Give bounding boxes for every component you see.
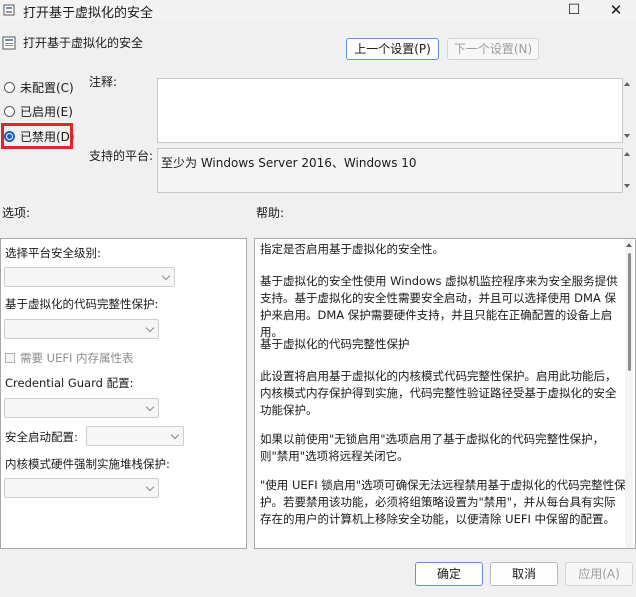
cancel-button[interactable]: 取消 [490,562,558,586]
chevron-down-icon [145,402,155,412]
help-paragraph: 此设置将启用基于虚拟化的内核模式代码完整性保护。启用此功能后，内核模式内存保护得… [260,369,617,417]
kernel-stack-label: 内核模式硬件强制实施堆栈保护: [5,457,170,471]
credential-guard-select[interactable] [4,398,159,418]
window-title: 打开基于虚拟化的安全 [23,6,154,21]
help-scrollbar[interactable] [625,239,633,548]
help-paragraph: 如果以前使用"无锁启用"选项启用了基于虚拟化的代码完整性保护，则"禁用"选项将远… [260,432,605,463]
help-title: 帮助: [256,206,285,220]
comment-scrollbar[interactable] [623,78,631,143]
title-bar: 打开基于虚拟化的安全 ☐ ✕ [0,0,636,21]
help-paragraph: 指定是否启用基于虚拟化的安全性。 [260,242,444,256]
platform-scrollbar[interactable] [623,148,631,193]
scroll-up-icon[interactable] [624,152,630,156]
code-integrity-select[interactable] [4,319,159,339]
platform-security-label: 选择平台安全级别: [5,246,101,260]
uefi-mem-label: 需要 UEFI 内存属性表 [20,351,134,365]
highlight-box [1,123,73,149]
help-paragraph: "使用 UEFI 锁启用"选项可确保无法远程禁用基于虚拟化的代码完整性保护。若要… [260,478,626,526]
comment-label: 注释: [89,75,118,89]
radio-enabled[interactable]: 已启用(E) [4,101,73,121]
kernel-stack-select[interactable] [4,478,159,498]
options-panel: 选择平台安全级别: 基于虚拟化的代码完整性保护: 需要 UEFI 内存属性表 C… [0,238,247,549]
radio-circle[interactable] [4,105,15,117]
radio-not-configured[interactable]: 未配置(C) [4,77,74,97]
platform-security-select[interactable] [4,267,175,287]
scroll-thumb[interactable] [628,253,631,371]
uefi-mem-checkbox-row[interactable]: 需要 UEFI 内存属性表 [5,350,134,366]
radio-circle[interactable] [4,81,15,93]
chevron-down-icon [145,482,155,492]
credential-guard-label: Credential Guard 配置: [5,376,134,390]
help-panel: 指定是否启用基于虚拟化的安全性。 基于虚拟化的安全性使用 Windows 虚拟机… [254,238,636,549]
platform-value: 至少为 Windows Server 2016、Windows 10 [161,156,417,170]
policy-icon [3,4,15,16]
chevron-down-icon [170,430,180,440]
secure-launch-select[interactable] [86,426,184,446]
maximize-button[interactable]: ☐ [554,0,594,20]
platform-label: 支持的平台: [89,149,154,163]
secure-launch-label: 安全启动配置: [5,430,78,444]
chevron-down-icon [145,323,155,333]
uefi-mem-checkbox[interactable] [5,353,15,363]
help-paragraph: 基于虚拟化的安全性使用 Windows 虚拟机监控程序来为安全服务提供支持。基于… [260,274,618,339]
next-setting-button[interactable]: 下一个设置(N) [447,38,539,60]
radio-label: 未配置(C) [20,80,74,95]
previous-setting-button[interactable]: 上一个设置(P) [346,38,439,60]
scroll-up-icon[interactable] [624,82,630,86]
setting-title: 打开基于虚拟化的安全 [23,36,144,50]
apply-button[interactable]: 应用(A) [565,562,633,586]
scroll-up-icon[interactable] [626,243,632,247]
radio-label: 已启用(E) [20,104,73,119]
comment-textbox[interactable] [157,78,623,143]
setting-icon [2,36,16,50]
scroll-down-icon[interactable] [624,184,630,188]
ok-button[interactable]: 确定 [415,562,483,586]
close-button[interactable]: ✕ [596,0,636,20]
scroll-down-icon[interactable] [624,134,630,138]
chevron-down-icon [161,271,171,281]
platform-textbox: 至少为 Windows Server 2016、Windows 10 [157,148,623,193]
help-paragraph: 基于虚拟化的代码完整性保护 [260,337,410,351]
options-title: 选项: [2,206,31,220]
code-integrity-label: 基于虚拟化的代码完整性保护: [5,297,159,311]
